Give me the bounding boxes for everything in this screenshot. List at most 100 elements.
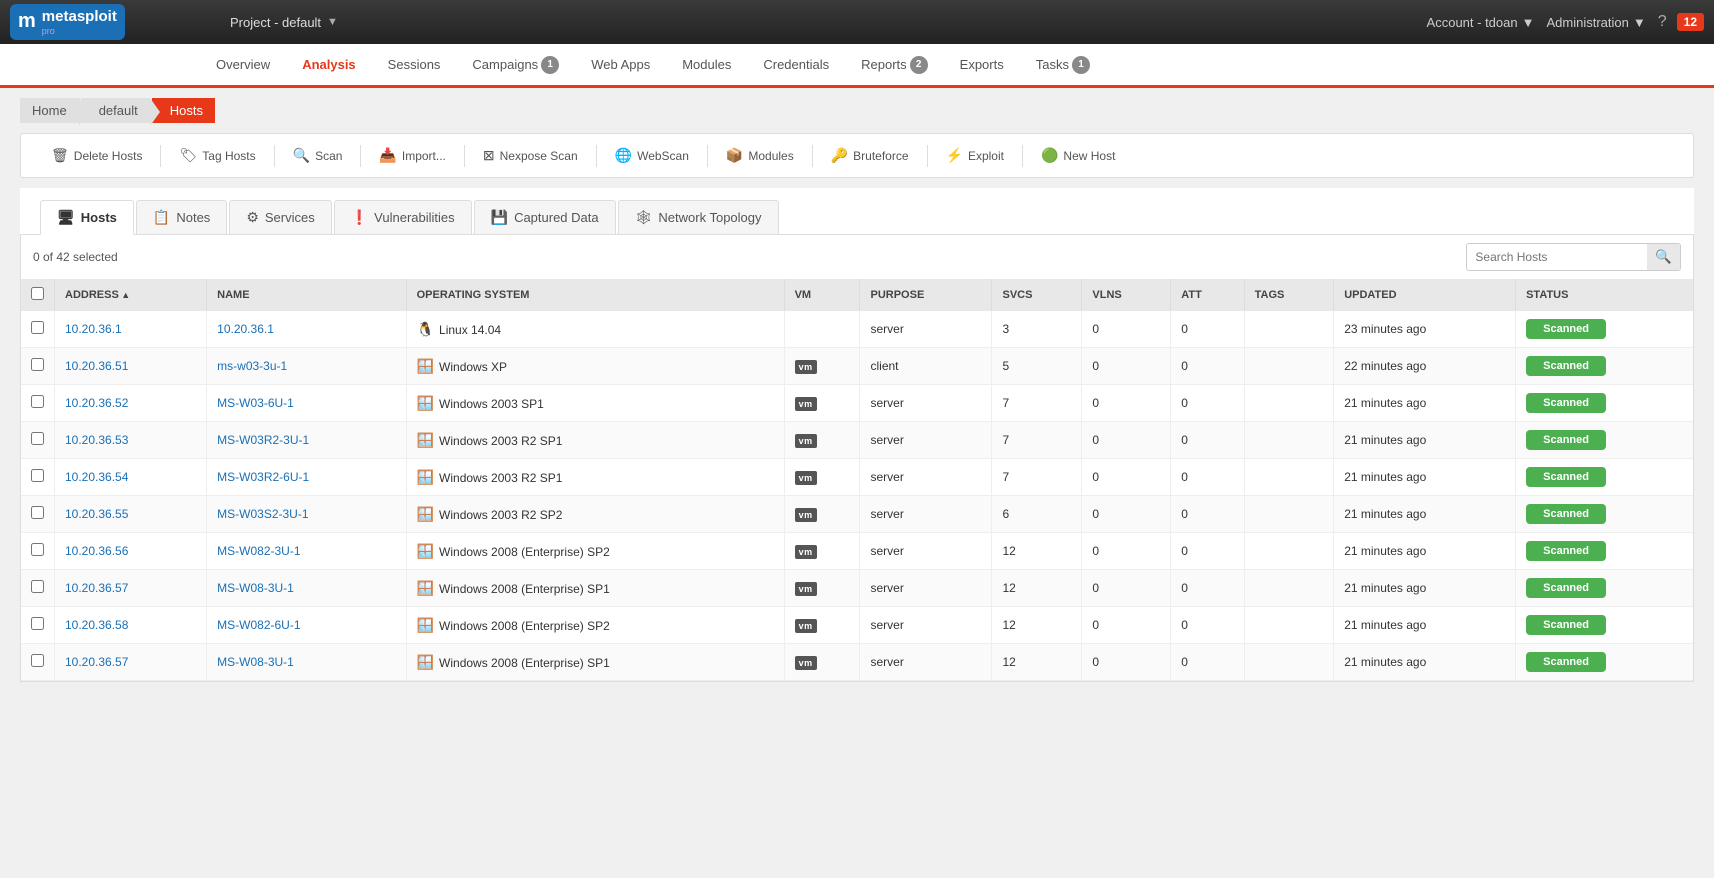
row-checkbox[interactable] — [31, 543, 44, 556]
address-link[interactable]: 10.20.36.57 — [65, 581, 128, 595]
row-checkbox[interactable] — [31, 654, 44, 667]
nav-item-credentials[interactable]: Credentials — [747, 43, 845, 87]
row-checkbox-cell[interactable] — [21, 311, 55, 348]
row-checkbox-cell[interactable] — [21, 607, 55, 644]
exploit-button[interactable]: ⚡ Exploit — [936, 142, 1014, 169]
tag-hosts-button[interactable]: 🏷 Tag Hosts — [169, 142, 265, 169]
address-link[interactable]: 10.20.36.54 — [65, 470, 128, 484]
row-checkbox-cell[interactable] — [21, 533, 55, 570]
tab-services[interactable]: ⚙ Services — [229, 200, 331, 234]
svcs-cell: 5 — [992, 348, 1082, 385]
notification-badge[interactable]: 12 — [1677, 13, 1704, 31]
row-checkbox-cell[interactable] — [21, 348, 55, 385]
tab-captured-data[interactable]: 💾 Captured Data — [474, 200, 616, 234]
nav-item-analysis[interactable]: Analysis — [286, 44, 371, 88]
name-cell: MS-W082-3U-1 — [207, 533, 406, 570]
att-col-header[interactable]: ATT — [1171, 279, 1244, 311]
nav-item-overview[interactable]: Overview — [200, 43, 286, 87]
search-box[interactable]: 🔍 — [1466, 243, 1681, 271]
select-all-checkbox[interactable] — [31, 287, 44, 300]
address-link[interactable]: 10.20.36.51 — [65, 359, 128, 373]
logo-area: m metasploit pro — [10, 4, 210, 41]
search-input[interactable] — [1467, 245, 1647, 269]
logo-box[interactable]: m metasploit pro — [10, 4, 125, 41]
tab-notes[interactable]: 📋 Notes — [136, 200, 227, 234]
delete-hosts-button[interactable]: 🗑 Delete Hosts — [41, 142, 152, 169]
address-link[interactable]: 10.20.36.57 — [65, 655, 128, 669]
name-link[interactable]: MS-W03R2-3U-1 — [217, 433, 309, 447]
nav-item-tasks[interactable]: Tasks 1 — [1020, 43, 1106, 87]
import-icon: 📥 — [379, 147, 396, 164]
updated-cell: 21 minutes ago — [1334, 570, 1516, 607]
row-checkbox-cell[interactable] — [21, 385, 55, 422]
row-checkbox-cell[interactable] — [21, 570, 55, 607]
nav-item-modules[interactable]: Modules — [666, 43, 747, 87]
os-col-header[interactable]: OPERATING SYSTEM — [406, 279, 784, 311]
address-link[interactable]: 10.20.36.56 — [65, 544, 128, 558]
purpose-col-header[interactable]: PURPOSE — [860, 279, 992, 311]
nav-item-reports[interactable]: Reports 2 — [845, 43, 944, 87]
name-link[interactable]: MS-W08-3U-1 — [217, 655, 294, 669]
new-host-button[interactable]: 🟢 New Host — [1031, 142, 1125, 169]
tab-hosts[interactable]: 🖥 Hosts — [40, 200, 134, 235]
webscan-button[interactable]: 🌐 WebScan — [605, 142, 699, 169]
row-checkbox-cell[interactable] — [21, 496, 55, 533]
name-link[interactable]: MS-W082-6U-1 — [217, 618, 300, 632]
account-label[interactable]: Account - tdoan — [1427, 15, 1518, 30]
row-checkbox[interactable] — [31, 321, 44, 334]
tab-vulnerabilities[interactable]: ❗ Vulnerabilities — [334, 200, 472, 234]
vm-col-header[interactable]: VM — [784, 279, 860, 311]
address-cell: 10.20.36.58 — [55, 607, 207, 644]
row-checkbox[interactable] — [31, 469, 44, 482]
nav-item-webapps[interactable]: Web Apps — [575, 43, 666, 87]
name-link[interactable]: 10.20.36.1 — [217, 322, 274, 336]
row-checkbox[interactable] — [31, 358, 44, 371]
scan-button[interactable]: 🔍 Scan — [283, 142, 353, 169]
updated-col-header[interactable]: UPDATED — [1334, 279, 1516, 311]
tags-cell — [1244, 422, 1334, 459]
nexpose-scan-button[interactable]: ⊠ Nexpose Scan — [473, 142, 588, 169]
modules-button[interactable]: 📦 Modules — [716, 142, 804, 169]
tags-col-header[interactable]: TAGS — [1244, 279, 1334, 311]
vm-badge: vm — [795, 656, 817, 670]
bruteforce-button[interactable]: 🔑 Bruteforce — [821, 142, 919, 169]
svcs-col-header[interactable]: SVCS — [992, 279, 1082, 311]
project-selector[interactable]: Project - default ▼ — [230, 15, 338, 30]
row-checkbox[interactable] — [31, 617, 44, 630]
vlns-col-header[interactable]: VLNS — [1082, 279, 1171, 311]
row-checkbox[interactable] — [31, 432, 44, 445]
row-checkbox[interactable] — [31, 506, 44, 519]
name-link[interactable]: MS-W08-3U-1 — [217, 581, 294, 595]
help-icon[interactable]: ? — [1658, 13, 1667, 31]
row-checkbox[interactable] — [31, 580, 44, 593]
row-checkbox-cell[interactable] — [21, 459, 55, 496]
admin-label[interactable]: Administration — [1546, 15, 1628, 30]
status-col-header[interactable]: STATUS — [1516, 279, 1693, 311]
search-button[interactable]: 🔍 — [1647, 244, 1680, 270]
nav-item-exports[interactable]: Exports — [944, 43, 1020, 87]
nav-item-sessions[interactable]: Sessions — [372, 43, 457, 87]
breadcrumb-home[interactable]: Home — [20, 98, 79, 123]
row-checkbox-cell[interactable] — [21, 644, 55, 681]
name-link[interactable]: MS-W03S2-3U-1 — [217, 507, 308, 521]
name-col-header[interactable]: NAME — [207, 279, 406, 311]
name-cell: ms-w03-3u-1 — [207, 348, 406, 385]
name-link[interactable]: MS-W03R2-6U-1 — [217, 470, 309, 484]
address-link[interactable]: 10.20.36.55 — [65, 507, 128, 521]
name-link[interactable]: MS-W03-6U-1 — [217, 396, 294, 410]
row-checkbox[interactable] — [31, 395, 44, 408]
address-link[interactable]: 10.20.36.53 — [65, 433, 128, 447]
row-checkbox-cell[interactable] — [21, 422, 55, 459]
name-link[interactable]: MS-W082-3U-1 — [217, 544, 300, 558]
address-link[interactable]: 10.20.36.1 — [65, 322, 122, 336]
address-col-header[interactable]: ADDRESS — [55, 279, 207, 311]
tab-network-topology[interactable]: 🕸 Network Topology — [618, 200, 779, 234]
nav-item-campaigns[interactable]: Campaigns 1 — [456, 43, 575, 87]
import-button[interactable]: 📥 Import... — [369, 142, 455, 169]
select-all-col[interactable] — [21, 279, 55, 311]
breadcrumb-default[interactable]: default — [81, 98, 150, 123]
name-link[interactable]: ms-w03-3u-1 — [217, 359, 287, 373]
breadcrumb-hosts[interactable]: Hosts — [152, 98, 215, 123]
address-link[interactable]: 10.20.36.52 — [65, 396, 128, 410]
address-link[interactable]: 10.20.36.58 — [65, 618, 128, 632]
